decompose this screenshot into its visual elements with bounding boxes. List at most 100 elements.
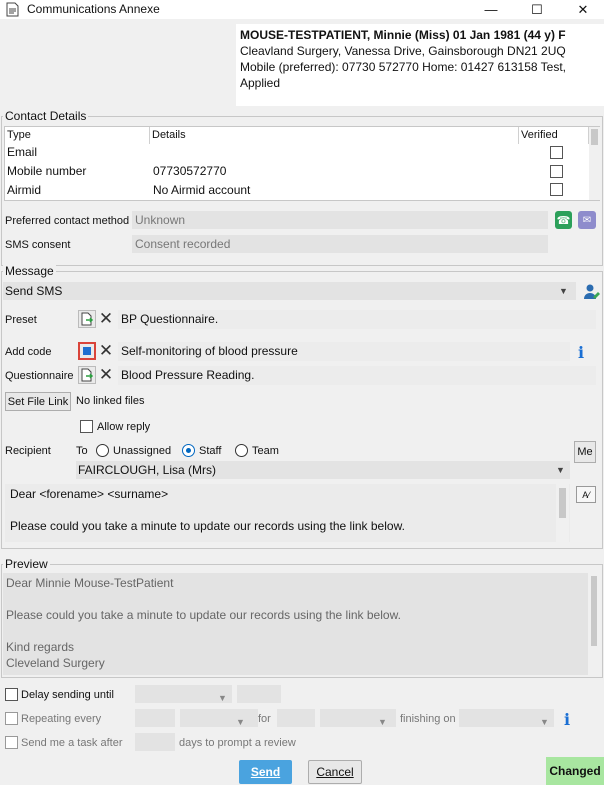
recipient-value: FAIRCLOUGH, Lisa (Mrs) bbox=[78, 463, 217, 477]
recipient-label: Recipient bbox=[5, 445, 51, 457]
chevron-down-icon: ▼ bbox=[218, 693, 227, 703]
message-type-dropdown[interactable]: Send SMS ▼ bbox=[3, 282, 576, 300]
questionnaire-pick-button[interactable] bbox=[78, 366, 96, 384]
radio-unassigned[interactable] bbox=[96, 444, 109, 457]
delay-sending-checkbox[interactable] bbox=[5, 688, 18, 701]
message-type-value: Send SMS bbox=[5, 284, 63, 298]
preview-text: Dear Minnie Mouse-TestPatient Please cou… bbox=[3, 573, 600, 675]
repeat-count-field[interactable] bbox=[135, 709, 175, 727]
set-file-link-button[interactable]: Set File Link bbox=[5, 392, 71, 411]
title-bar: Communications Annexe — ☐ ✕ bbox=[0, 0, 604, 19]
sms-consent-field[interactable]: Consent recorded bbox=[132, 235, 548, 253]
send-button[interactable]: Send bbox=[239, 760, 292, 784]
column-header-details[interactable]: Details bbox=[150, 127, 519, 144]
finishing-on-label: finishing on bbox=[400, 713, 456, 725]
maximize-icon: ☐ bbox=[531, 1, 543, 17]
to-label: To bbox=[76, 445, 88, 457]
add-code-field[interactable]: Self-monitoring of blood pressure bbox=[118, 342, 570, 361]
verified-checkbox[interactable] bbox=[550, 146, 563, 159]
contact-details: 07730572770 bbox=[153, 164, 227, 178]
delay-time-field[interactable] bbox=[237, 685, 281, 703]
close-icon: ✕ bbox=[98, 309, 114, 328]
info-icon[interactable]: i bbox=[578, 343, 588, 362]
message-scrollbar[interactable] bbox=[556, 484, 569, 542]
repeat-unit-dropdown[interactable]: ▼ bbox=[180, 709, 258, 727]
close-icon: ✕ bbox=[577, 1, 589, 17]
questionnaire-clear-button[interactable]: ✕ bbox=[97, 365, 115, 384]
repeating-label: Repeating every bbox=[21, 713, 102, 725]
patient-banner: MOUSE-TESTPATIENT, Minnie (Miss) 01 Jan … bbox=[236, 24, 604, 106]
delay-date-field[interactable]: ▼ bbox=[135, 685, 232, 703]
preview-line: Kind regards bbox=[6, 640, 75, 654]
cancel-button[interactable]: Cancel bbox=[308, 760, 362, 784]
minimize-button[interactable]: — bbox=[468, 0, 514, 19]
me-button[interactable]: Me bbox=[574, 441, 596, 463]
questionnaire-label: Questionnaire bbox=[5, 370, 74, 382]
contact-details: No Airmid account bbox=[153, 183, 251, 197]
close-icon: ✕ bbox=[98, 365, 114, 384]
contact-details-label: Contact Details bbox=[3, 109, 89, 123]
for-label: for bbox=[258, 713, 271, 725]
close-button[interactable]: ✕ bbox=[560, 0, 604, 19]
radio-team-label: Team bbox=[252, 445, 279, 457]
preview-line: Cleveland Surgery bbox=[6, 656, 105, 670]
close-icon: ✕ bbox=[98, 341, 114, 360]
spellcheck-icon[interactable]: A⁄ bbox=[576, 486, 596, 503]
scroll-thumb[interactable] bbox=[559, 488, 566, 518]
contact-table: Type Details Verified Email Mobile numbe… bbox=[4, 126, 600, 201]
send-task-checkbox[interactable] bbox=[5, 736, 18, 749]
column-header-verified[interactable]: Verified bbox=[519, 127, 589, 144]
preset-field[interactable]: BP Questionnaire. bbox=[118, 310, 596, 329]
radio-unassigned-label: Unassigned bbox=[113, 445, 172, 457]
contact-edit-icon[interactable] bbox=[582, 282, 600, 300]
add-code-pick-button[interactable] bbox=[78, 342, 96, 360]
preset-pick-button[interactable] bbox=[78, 310, 96, 328]
message-body[interactable]: Dear <forename> <surname> Please could y… bbox=[5, 484, 570, 542]
verified-checkbox[interactable] bbox=[550, 165, 563, 178]
preview-scrollbar[interactable] bbox=[588, 573, 600, 675]
verified-checkbox[interactable] bbox=[550, 183, 563, 196]
send-task-label: Send me a task after bbox=[21, 737, 123, 749]
preferred-contact-field[interactable]: Unknown bbox=[132, 211, 548, 229]
info-icon[interactable]: i bbox=[564, 710, 574, 729]
maximize-button[interactable]: ☐ bbox=[514, 0, 560, 19]
add-code-clear-button[interactable]: ✕ bbox=[97, 341, 115, 360]
cancel-label: Cancel bbox=[316, 765, 354, 779]
allow-reply-checkbox[interactable] bbox=[80, 420, 93, 433]
task-days-field[interactable] bbox=[135, 733, 175, 751]
chevron-down-icon: ▼ bbox=[236, 717, 245, 727]
patient-address: Cleavland Surgery, Vanessa Drive, Gainsb… bbox=[240, 44, 566, 58]
radio-staff[interactable] bbox=[182, 444, 195, 457]
recipient-dropdown[interactable]: FAIRCLOUGH, Lisa (Mrs) ▼ bbox=[76, 461, 570, 479]
repeating-checkbox[interactable] bbox=[5, 712, 18, 725]
chat-icon[interactable]: ✉ bbox=[578, 211, 596, 229]
chevron-down-icon: ▼ bbox=[556, 465, 565, 475]
radio-team[interactable] bbox=[235, 444, 248, 457]
finishing-date-field[interactable]: ▼ bbox=[459, 709, 554, 727]
message-body-line: Dear <forename> <surname> bbox=[10, 487, 169, 501]
status-badge: Changed bbox=[546, 757, 604, 785]
column-header-type[interactable]: Type bbox=[5, 127, 150, 144]
message-label: Message bbox=[3, 264, 56, 278]
chevron-down-icon: ▼ bbox=[540, 717, 549, 727]
contact-type: Airmid bbox=[7, 183, 42, 197]
for-count-field[interactable] bbox=[277, 709, 315, 727]
contact-scrollbar[interactable] bbox=[589, 127, 600, 200]
patient-flags: Applied bbox=[240, 76, 281, 90]
radio-staff-label: Staff bbox=[199, 445, 222, 457]
preset-clear-button[interactable]: ✕ bbox=[97, 309, 115, 328]
code-icon bbox=[83, 347, 91, 355]
file-link-value: No linked files bbox=[76, 395, 145, 407]
preview-label: Preview bbox=[3, 557, 50, 571]
scroll-thumb[interactable] bbox=[591, 129, 598, 145]
preset-label: Preset bbox=[5, 314, 37, 326]
scroll-thumb[interactable] bbox=[591, 576, 597, 646]
window-title: Communications Annexe bbox=[27, 2, 160, 16]
questionnaire-field[interactable]: Blood Pressure Reading. bbox=[118, 366, 596, 385]
task-suffix-label: days to prompt a review bbox=[179, 737, 296, 749]
add-code-label: Add code bbox=[5, 346, 52, 358]
for-unit-dropdown[interactable]: ▼ bbox=[320, 709, 396, 727]
app-icon bbox=[6, 2, 19, 17]
phone-icon[interactable]: ☎ bbox=[555, 211, 572, 229]
patient-phones: Mobile (preferred): 07730 572770 Home: 0… bbox=[240, 60, 566, 74]
